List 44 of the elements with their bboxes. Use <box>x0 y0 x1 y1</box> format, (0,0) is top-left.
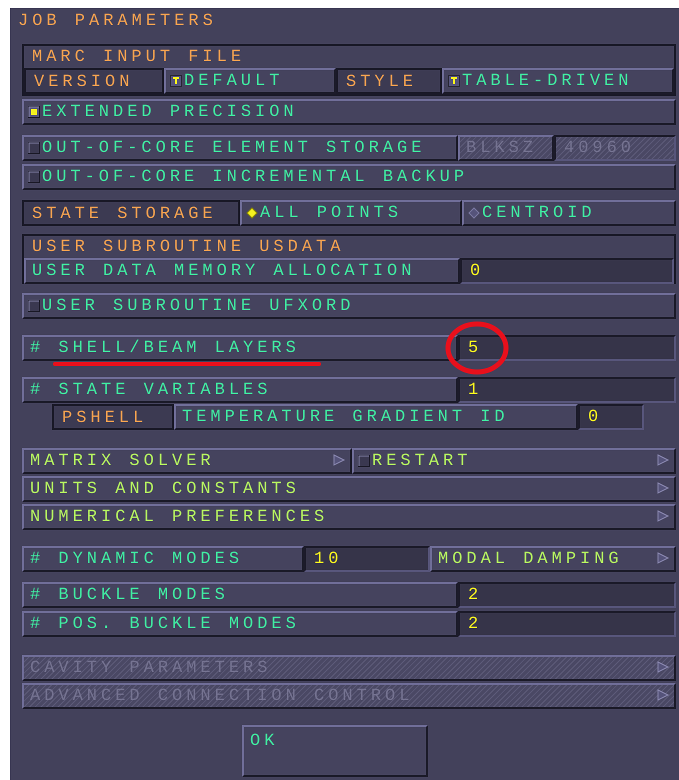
submenu-arrow-icon <box>656 482 670 494</box>
number-field[interactable]: 2 <box>458 611 676 637</box>
option-menu-icon <box>448 75 460 87</box>
submenu-button[interactable]: RESTART <box>352 448 676 474</box>
submenu-arrow-icon <box>656 661 670 673</box>
submenu-arrow-icon <box>656 510 670 522</box>
parameter-button[interactable]: # STATE VARIABLES <box>22 377 458 403</box>
submenu-arrow-icon <box>332 454 346 466</box>
radio-button[interactable]: CENTROID <box>462 200 676 226</box>
option-menu-icon <box>170 75 182 87</box>
field-label: PSHELL <box>52 404 174 430</box>
parameter-button[interactable]: # SHELL/BEAM LAYERS <box>22 335 458 361</box>
submenu-arrow-icon <box>656 552 670 564</box>
field-label: VERSION <box>24 68 164 94</box>
group-heading: MARC INPUT FILE <box>31 47 246 68</box>
memory-allocation-button[interactable]: USER DATA MEMORY ALLOCATION <box>24 258 460 284</box>
number-field[interactable]: 10 <box>304 546 430 572</box>
parameter-button[interactable]: # DYNAMIC MODES <box>22 546 304 572</box>
submenu-arrow-icon <box>656 689 670 701</box>
number-field[interactable]: 2 <box>458 582 676 608</box>
submenu-button[interactable]: MODAL DAMPING <box>430 546 676 572</box>
parameter-button[interactable]: # BUCKLE MODES <box>22 582 458 608</box>
option-menu-button[interactable]: TABLE-DRIVEN <box>442 68 674 94</box>
group-heading: USER SUBROUTINE USDATA <box>31 237 346 258</box>
checkbox-button[interactable]: OUT-OF-CORE INCREMENTAL BACKUP <box>22 164 676 190</box>
dialog-title: JOB PARAMETERS <box>18 11 218 33</box>
number-field[interactable]: 0 <box>460 258 674 284</box>
submenu-button[interactable]: UNITS AND CONSTANTS <box>22 476 676 502</box>
submenu-button[interactable]: MATRIX SOLVER <box>22 448 352 474</box>
field-label: STATE STORAGE <box>22 200 240 226</box>
checkbox-button[interactable]: USER SUBROUTINE UFXORD <box>22 293 676 319</box>
number-field[interactable]: 0 <box>578 404 644 430</box>
ok-button[interactable]: OK <box>242 725 428 777</box>
number-field[interactable]: 5 <box>458 335 676 361</box>
checkbox-button[interactable]: OUT-OF-CORE ELEMENT STORAGE <box>22 135 458 161</box>
checkbox-button[interactable]: EXTENDED PRECISION <box>22 99 676 125</box>
submenu-arrow-icon <box>656 454 670 466</box>
parameter-button[interactable]: TEMPERATURE GRADIENT ID <box>174 404 578 430</box>
parameter-button[interactable]: # POS. BUCKLE MODES <box>22 611 458 637</box>
submenu-button[interactable]: NUMERICAL PREFERENCES <box>22 504 676 530</box>
option-menu-button[interactable]: DEFAULT <box>164 68 336 94</box>
number-field[interactable]: 1 <box>458 377 676 403</box>
radio-button[interactable]: ALL POINTS <box>240 200 462 226</box>
field-label: STYLE <box>336 68 442 94</box>
